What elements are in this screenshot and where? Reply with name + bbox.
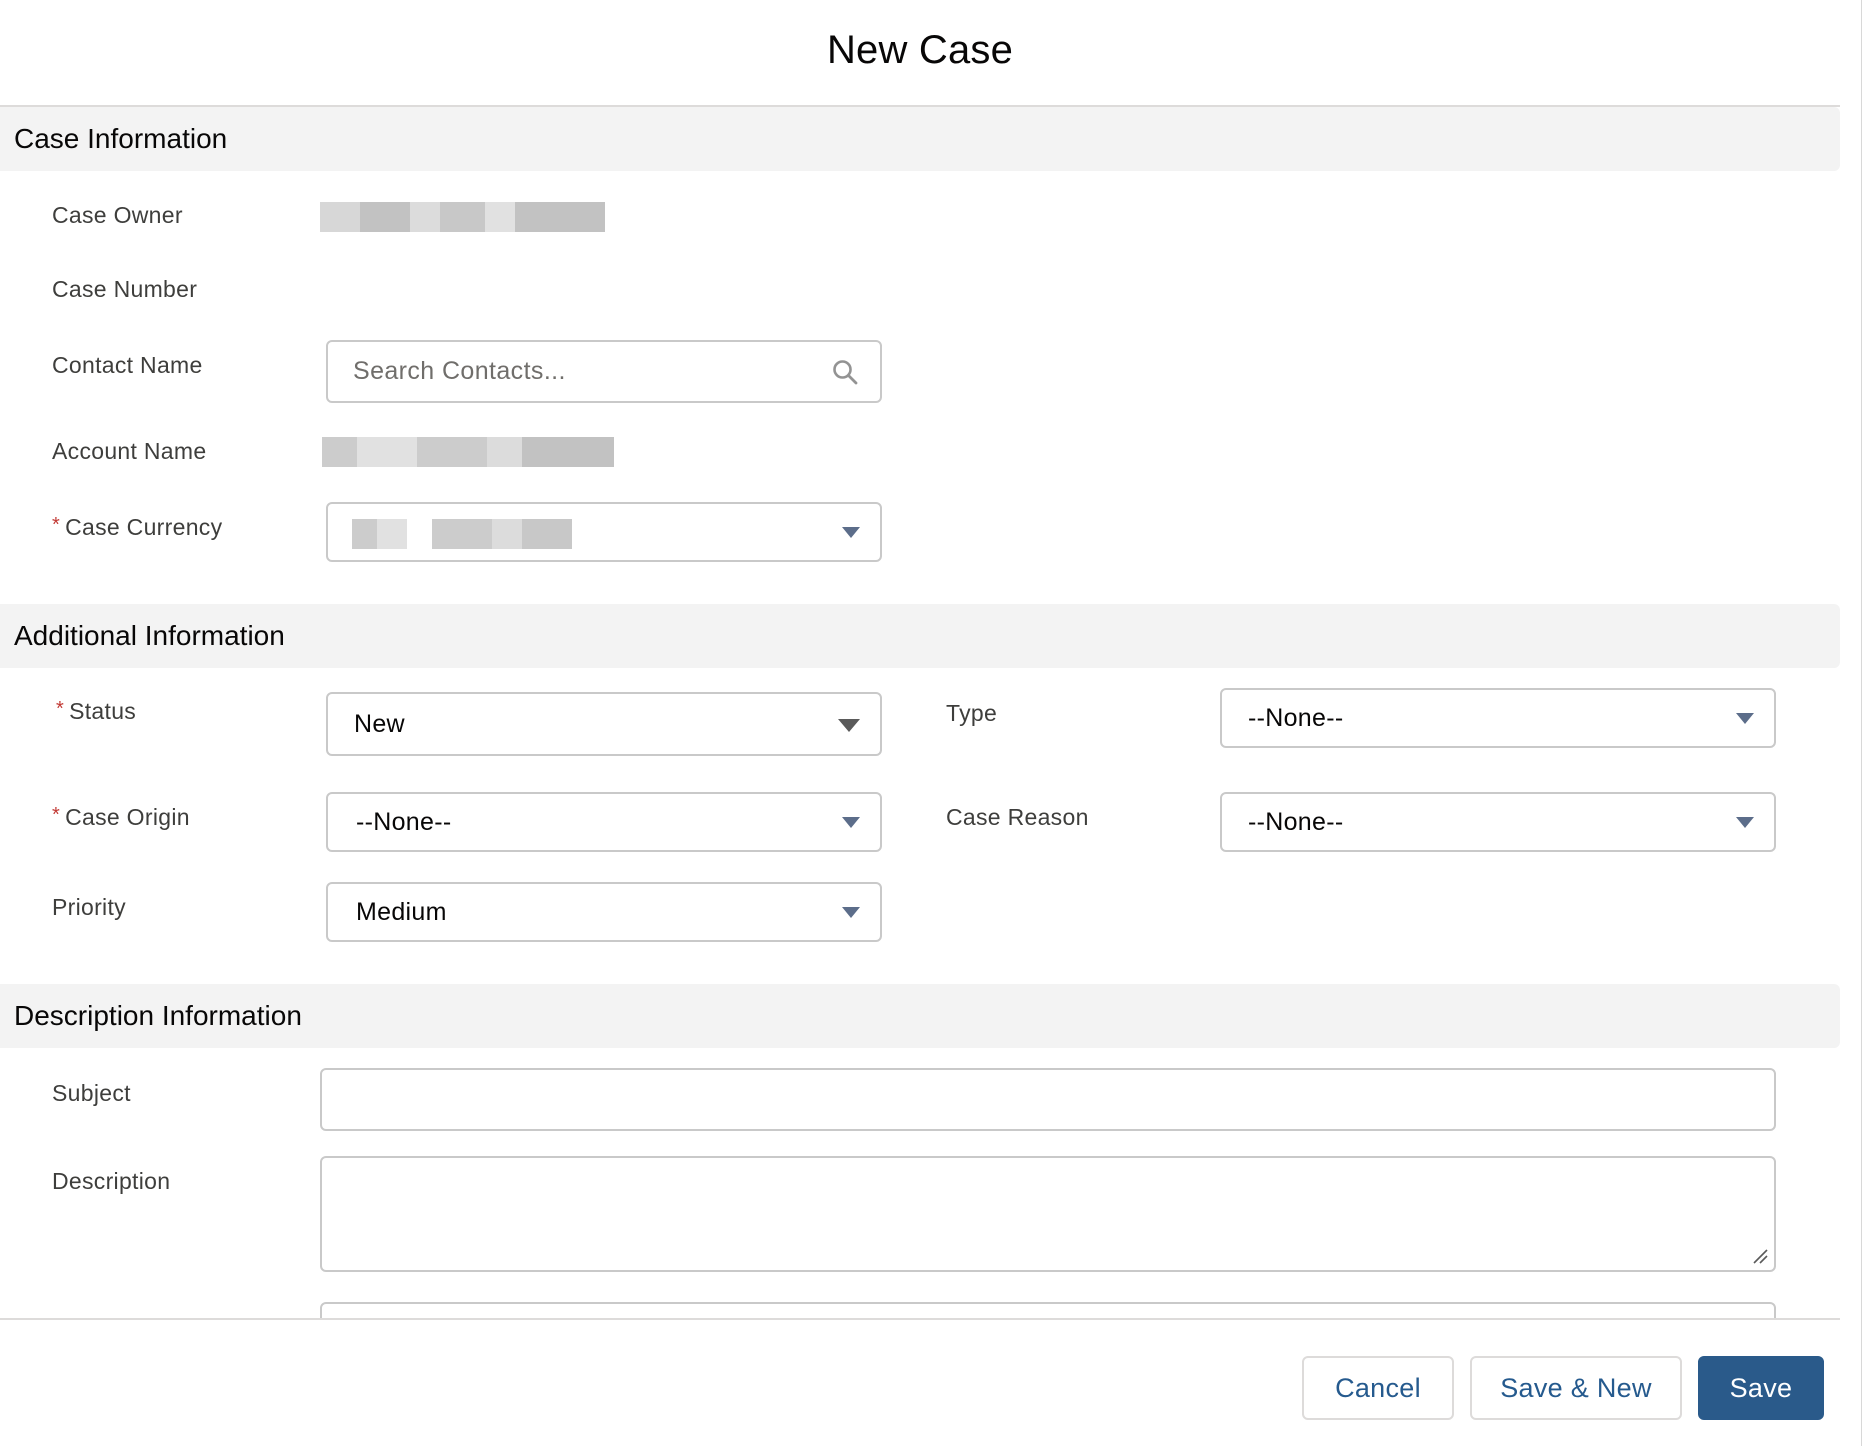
description-textarea[interactable] [320, 1156, 1776, 1272]
modal-title: New Case [826, 28, 1014, 72]
contact-name-label: Contact Name [52, 352, 203, 378]
type-label: Type [946, 700, 998, 726]
chevron-down-icon [842, 817, 860, 828]
account-name-value-redacted [322, 437, 614, 467]
case-currency-value-redacted [352, 519, 582, 549]
account-name-label: Account Name [52, 438, 207, 464]
search-icon [833, 359, 858, 384]
subject-label: Subject [52, 1080, 131, 1106]
contact-name-search-input[interactable]: Search Contacts... [326, 340, 882, 403]
section-title: Description Information [14, 1000, 302, 1031]
required-asterisk: * [52, 514, 61, 536]
new-case-modal: New Case Case Information Case Owner Cas… [0, 0, 1866, 1446]
case-reason-selected-value: --None-- [1248, 807, 1344, 836]
status-select[interactable]: New [326, 692, 882, 756]
case-origin-label-text: Case Origin [65, 804, 190, 830]
contact-search-placeholder: Search Contacts... [353, 357, 566, 385]
modal-footer: Cancel Save & New Save [0, 1318, 1840, 1446]
section-header-description-information[interactable]: Description Information [0, 984, 1840, 1048]
section-header-case-information[interactable]: Case Information [0, 107, 1840, 171]
resize-grip-icon[interactable] [1752, 1248, 1768, 1264]
save-and-new-button[interactable]: Save & New [1470, 1356, 1682, 1420]
case-owner-value-redacted [320, 202, 605, 232]
required-asterisk: * [56, 698, 65, 720]
next-field-input-partial[interactable] [320, 1302, 1776, 1319]
type-selected-value: --None-- [1248, 703, 1344, 732]
priority-label: Priority [52, 894, 126, 920]
priority-selected-value: Medium [356, 897, 447, 926]
modal-header: New Case [0, 0, 1840, 107]
save-button[interactable]: Save [1698, 1356, 1824, 1420]
case-origin-label: * Case Origin [52, 804, 190, 831]
section-title: Additional Information [14, 620, 285, 651]
description-textarea-value [322, 1158, 348, 1172]
section-title: Case Information [14, 123, 228, 154]
case-owner-label: Case Owner [52, 202, 183, 228]
status-label: * Status [56, 698, 136, 725]
priority-select[interactable]: Medium [326, 882, 882, 942]
section-header-additional-information[interactable]: Additional Information [0, 604, 1840, 668]
chevron-down-icon [1736, 713, 1754, 724]
chevron-down-icon [838, 719, 860, 732]
cancel-button[interactable]: Cancel [1302, 1356, 1454, 1420]
chevron-down-icon [1736, 817, 1754, 828]
case-number-label: Case Number [52, 276, 198, 302]
case-currency-label-text: Case Currency [65, 514, 223, 540]
modal-body[interactable]: Case Information Case Owner Case Number … [0, 107, 1840, 1319]
type-select[interactable]: --None-- [1220, 688, 1776, 748]
subject-input[interactable] [320, 1068, 1776, 1131]
case-currency-label: * Case Currency [52, 514, 222, 541]
required-asterisk: * [52, 804, 61, 826]
case-reason-label: Case Reason [946, 804, 1089, 830]
case-origin-selected-value: --None-- [356, 807, 452, 836]
case-currency-select[interactable] [326, 502, 882, 562]
chevron-down-icon [842, 907, 860, 918]
status-label-text: Status [69, 698, 137, 724]
case-origin-select[interactable]: --None-- [326, 792, 882, 852]
case-reason-select[interactable]: --None-- [1220, 792, 1776, 852]
description-label: Description [52, 1168, 171, 1194]
status-selected-value: New [354, 709, 405, 738]
window-edge [1861, 0, 1866, 1446]
chevron-down-icon [842, 527, 860, 538]
